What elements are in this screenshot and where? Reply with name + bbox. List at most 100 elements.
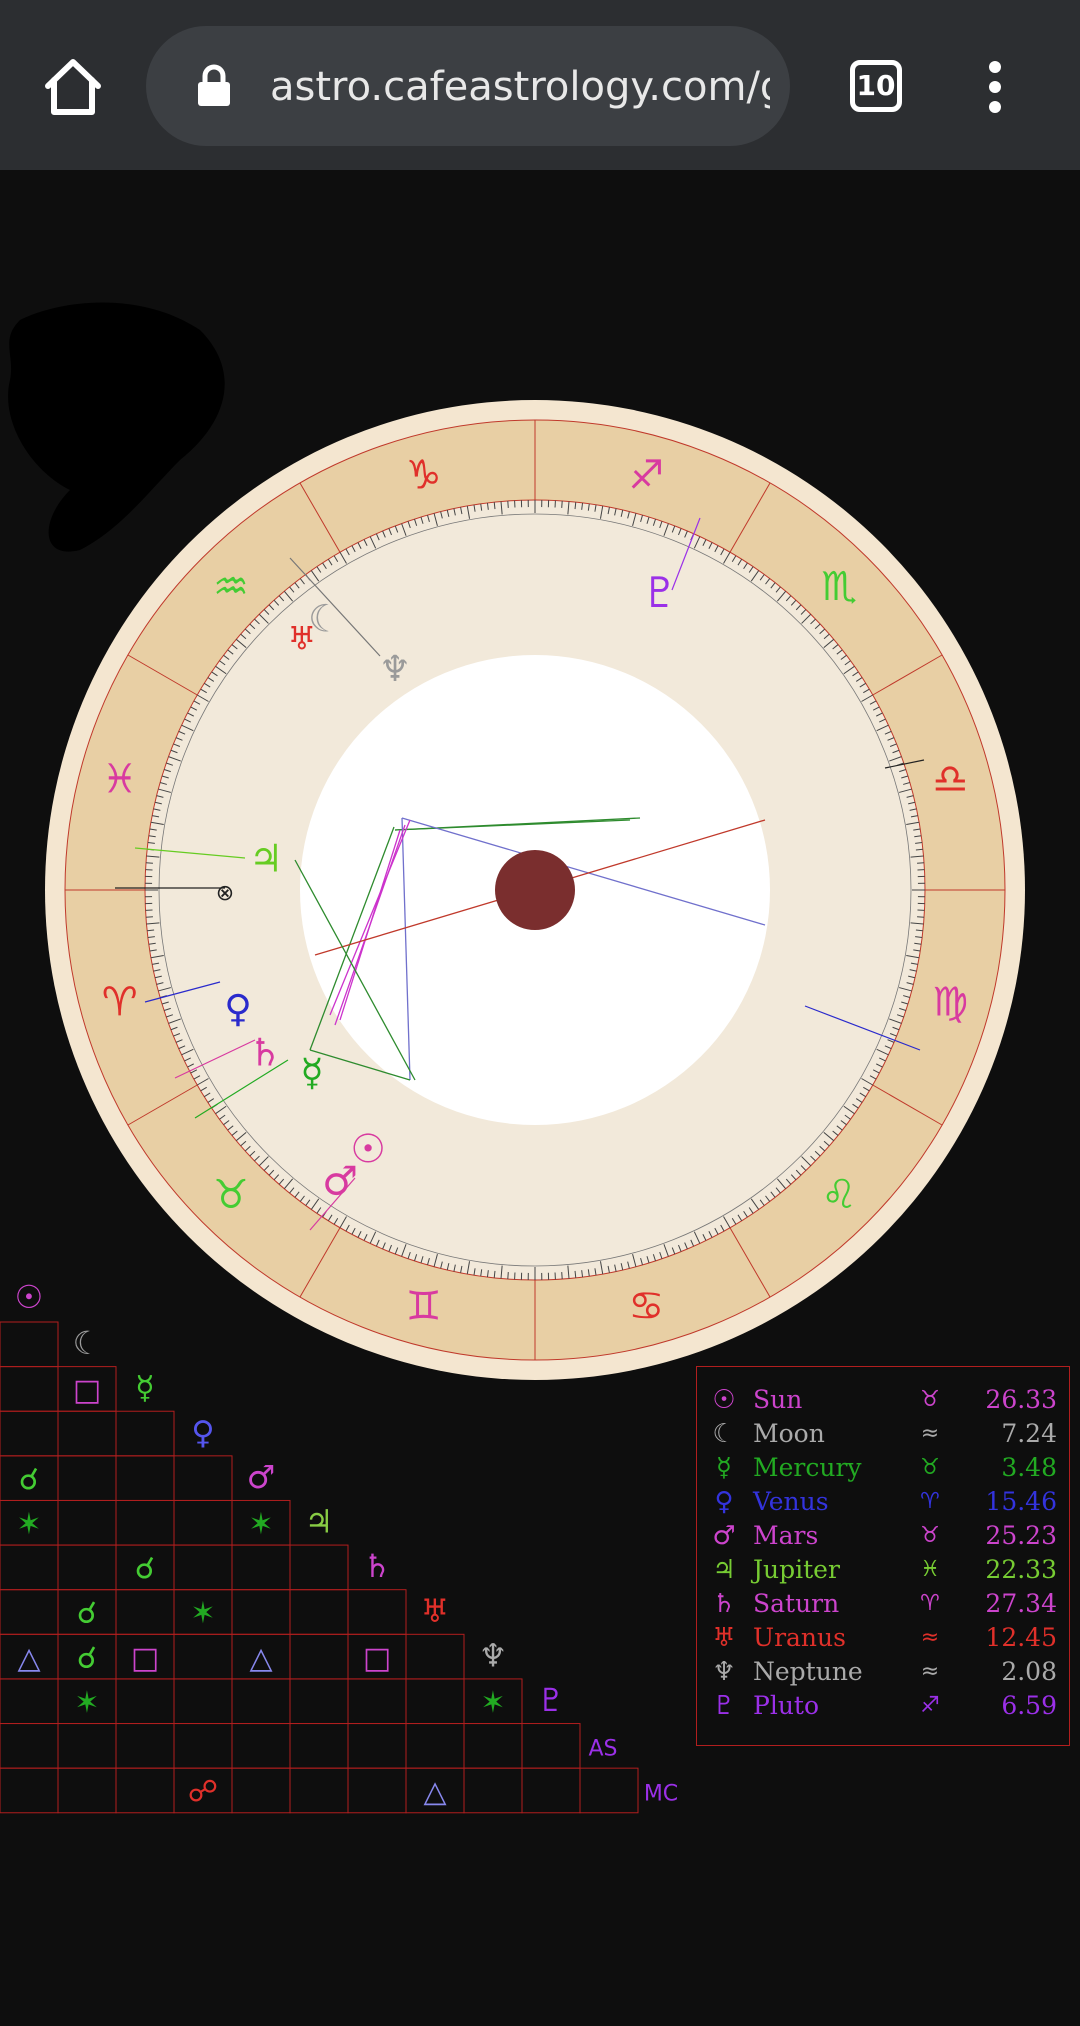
grid-planet-head: ☾ bbox=[73, 1324, 102, 1362]
grid-cell bbox=[115, 1499, 175, 1546]
grid-cell bbox=[173, 1499, 233, 1546]
zodiac-sign-glyph: ♉ bbox=[213, 1172, 249, 1218]
grid-cell bbox=[405, 1633, 465, 1680]
planet-glyph: ♂ bbox=[712, 1521, 736, 1551]
planet-glyph: ☾ bbox=[712, 1419, 736, 1449]
planet-row: ♄ Saturn ♈ 27.34 bbox=[697, 1587, 1071, 1621]
grid-cell bbox=[289, 1723, 349, 1769]
planet-degree: 7.24 bbox=[1001, 1419, 1057, 1448]
grid-cell bbox=[173, 1678, 233, 1725]
grid-planet-head: AS bbox=[588, 1737, 617, 1762]
grid-cell bbox=[521, 1723, 581, 1769]
tab-switcher-button[interactable]: 10 bbox=[850, 60, 902, 112]
planet-degree: 25.23 bbox=[985, 1521, 1057, 1550]
zodiac-sign-glyph: ♈ bbox=[102, 979, 138, 1025]
grid-aspect-glyph: △ bbox=[249, 1641, 272, 1676]
grid-cell bbox=[231, 1723, 291, 1769]
planet-glyph: ♄ bbox=[248, 1031, 282, 1075]
home-icon[interactable] bbox=[42, 56, 104, 118]
grid-cell bbox=[57, 1455, 117, 1501]
grid-aspect-glyph: □ bbox=[73, 1373, 101, 1408]
planet-glyph: ♀ bbox=[714, 1487, 734, 1517]
planet-row: ☿ Mercury ♉ 3.48 bbox=[697, 1451, 1071, 1485]
planet-degree: 12.45 bbox=[985, 1623, 1057, 1652]
planet-row: ♅ Uranus ≈12.45 bbox=[697, 1621, 1071, 1655]
grid-cell bbox=[173, 1633, 233, 1680]
grid-cell bbox=[0, 1410, 59, 1457]
grid-cell bbox=[0, 1723, 59, 1769]
planet-name: Sun bbox=[753, 1385, 803, 1414]
sign-glyph: ≈ bbox=[920, 1421, 940, 1446]
grid-cell bbox=[521, 1767, 581, 1814]
grid-cell bbox=[57, 1767, 117, 1814]
grid-planet-head: ♀ bbox=[191, 1413, 214, 1451]
planet-glyph: ♂ bbox=[322, 1158, 358, 1204]
planet-glyph: ♆ bbox=[712, 1657, 736, 1687]
grid-planet-head: ♅ bbox=[421, 1592, 450, 1630]
grid-cell bbox=[347, 1767, 407, 1814]
chart-center bbox=[495, 850, 575, 930]
planet-row: ☾ Moon ≈7.24 bbox=[697, 1417, 1071, 1451]
zodiac-sign-glyph: ♑ bbox=[406, 453, 442, 499]
planet-positions-table: ☉ Sun ♉ 26.33 ☾ Moon ≈7.24 ☿ Mercury ♉ 3.48 ♀ Venus ♈… bbox=[696, 1366, 1070, 1746]
grid-cell bbox=[289, 1589, 349, 1635]
address-bar[interactable]: astro.cafeastrology.com/g bbox=[146, 26, 790, 146]
planet-glyph: ♇ bbox=[712, 1691, 736, 1721]
grid-cell bbox=[173, 1544, 233, 1591]
grid-cell bbox=[0, 1678, 59, 1725]
grid-cell bbox=[347, 1678, 407, 1725]
planet-degree: 6.59 bbox=[1001, 1691, 1057, 1720]
zodiac-sign-glyph: ♓ bbox=[102, 757, 138, 803]
grid-cell bbox=[231, 1767, 291, 1814]
grid-cell bbox=[463, 1723, 523, 1769]
planet-glyph: ♅ bbox=[288, 619, 317, 657]
url-text[interactable]: astro.cafeastrology.com/g bbox=[270, 62, 770, 112]
grid-cell bbox=[115, 1767, 175, 1814]
planet-glyph: ♃ bbox=[712, 1555, 736, 1585]
grid-cell bbox=[347, 1589, 407, 1635]
grid-planet-head: ♆ bbox=[479, 1636, 508, 1674]
more-vert-icon[interactable] bbox=[980, 60, 1010, 114]
grid-cell bbox=[231, 1678, 291, 1725]
planet-degree: 15.46 bbox=[985, 1487, 1057, 1516]
grid-aspect-glyph: ☌ bbox=[77, 1641, 97, 1676]
grid-cell bbox=[57, 1499, 117, 1546]
grid-planet-head: ☿ bbox=[135, 1369, 155, 1407]
sign-glyph: ♐ bbox=[920, 1693, 940, 1718]
grid-cell bbox=[57, 1544, 117, 1591]
planet-degree: 3.48 bbox=[1001, 1453, 1057, 1482]
planet-name: Venus bbox=[753, 1487, 829, 1516]
planet-glyph: ⊗ bbox=[216, 881, 234, 906]
planet-name: Mercury bbox=[753, 1453, 862, 1482]
grid-cell bbox=[173, 1723, 233, 1769]
zodiac-sign-glyph: ♐ bbox=[628, 453, 664, 499]
grid-cell bbox=[57, 1723, 117, 1769]
grid-cell bbox=[231, 1589, 291, 1635]
grid-planet-head: MC bbox=[644, 1781, 678, 1806]
planet-degree: 2.08 bbox=[1001, 1657, 1057, 1686]
grid-cell bbox=[463, 1767, 523, 1814]
grid-cell bbox=[57, 1410, 117, 1457]
planet-glyph: ♃ bbox=[249, 837, 283, 881]
grid-aspect-glyph: ☌ bbox=[77, 1596, 97, 1631]
grid-cell bbox=[405, 1723, 465, 1769]
planet-degree: 22.33 bbox=[985, 1555, 1057, 1584]
grid-cell bbox=[173, 1455, 233, 1501]
grid-aspect-glyph: △ bbox=[17, 1641, 40, 1676]
planet-row: ♃ Jupiter ♓ 22.33 bbox=[697, 1553, 1071, 1587]
lock-icon bbox=[198, 64, 230, 106]
grid-planet-head: ♃ bbox=[305, 1503, 334, 1541]
sign-glyph: ♈ bbox=[920, 1591, 940, 1616]
planet-glyph: ♅ bbox=[712, 1623, 736, 1653]
planet-name: Saturn bbox=[753, 1589, 840, 1618]
grid-cell bbox=[0, 1366, 59, 1412]
grid-aspect-glyph: ✶ bbox=[480, 1685, 505, 1720]
grid-aspect-glyph: □ bbox=[131, 1641, 159, 1676]
zodiac-sign-glyph: ♏ bbox=[821, 564, 857, 610]
sign-glyph: ♉ bbox=[920, 1455, 940, 1480]
planet-row: ♂ Mars ♉ 25.23 bbox=[697, 1519, 1071, 1553]
sign-glyph: ≈ bbox=[920, 1659, 940, 1684]
zodiac-sign-glyph: ♎ bbox=[932, 757, 968, 803]
grid-aspect-glyph: ✶ bbox=[248, 1507, 273, 1542]
zodiac-sign-glyph: ♌ bbox=[821, 1172, 857, 1218]
